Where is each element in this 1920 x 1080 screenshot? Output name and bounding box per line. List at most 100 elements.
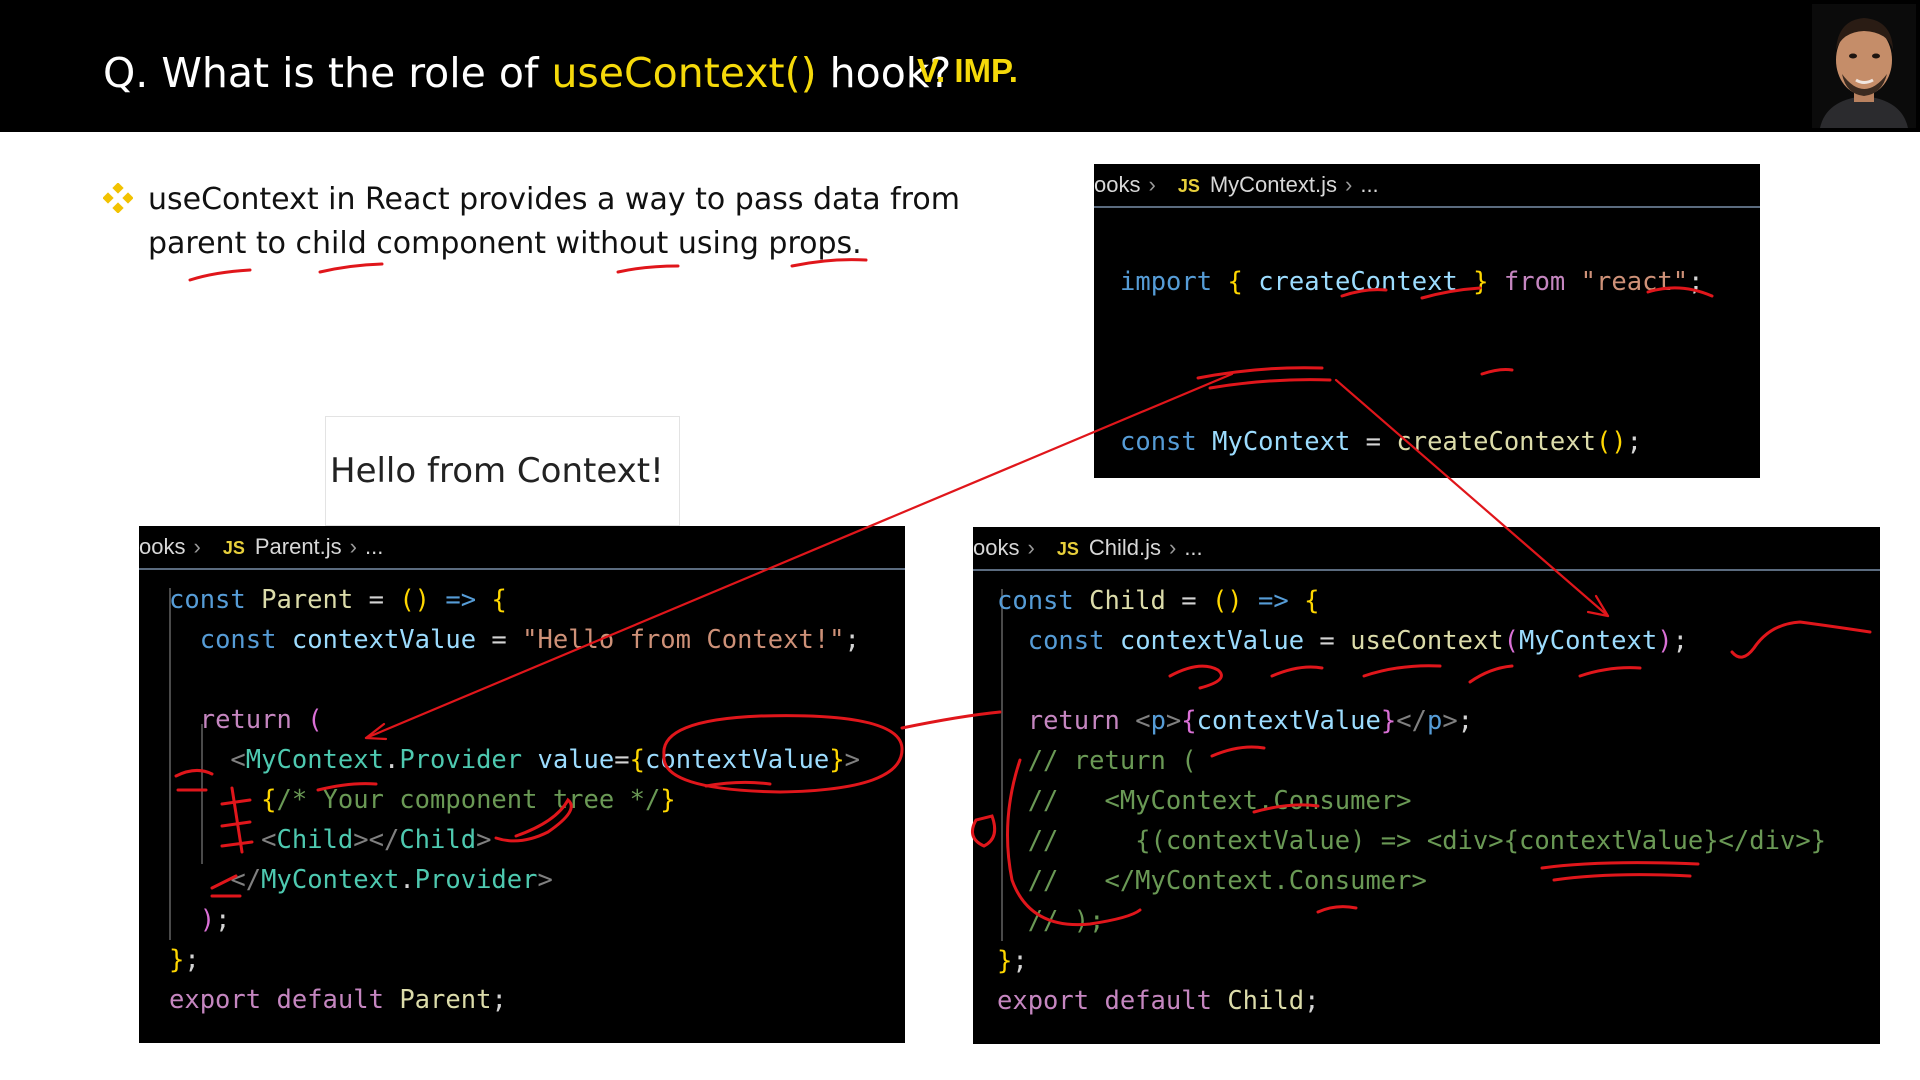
code-token: const [169, 585, 246, 615]
code-line: export default Parent; [169, 980, 860, 1020]
chevron-right-icon: › [1148, 172, 1156, 197]
code-line: import { createContext } from "react"; [1120, 242, 1703, 322]
code-line: }; [169, 940, 860, 980]
chevron-right-icon: › [193, 534, 201, 559]
code-token: = [353, 585, 400, 615]
code-token: > [476, 825, 492, 855]
ink-underline [616, 264, 680, 274]
code-token: ; [1457, 706, 1474, 736]
code-token: Parent [399, 985, 492, 1015]
code-token: > [844, 745, 860, 775]
slide-title: Q. What is the role of useContext() hook… [103, 48, 951, 98]
breadcrumb-file[interactable]: MyContext.js [1210, 172, 1337, 197]
code-line: </MyContext.Provider> [169, 860, 860, 900]
code-line: // return ( [997, 741, 1826, 781]
code-token: } [1473, 267, 1489, 297]
breadcrumb-folder[interactable]: ooks [1094, 172, 1140, 197]
code-token: = [614, 745, 630, 775]
breadcrumb-file[interactable]: Child.js [1089, 535, 1161, 560]
code-token: { [1227, 267, 1243, 297]
code-token: { [1181, 706, 1197, 736]
js-file-icon: JS [222, 538, 245, 558]
code-line: {/* Your component tree */} [169, 780, 860, 820]
breadcrumb-symbol[interactable]: ... [1360, 172, 1378, 197]
code-token: ) [199, 905, 216, 935]
ink-underline [188, 268, 252, 282]
code-token: MyContext [1212, 427, 1351, 457]
code-token: ></ [353, 825, 400, 855]
code-token: . [383, 745, 400, 775]
code-token: => [445, 585, 477, 615]
code-token: // <MyContext.Consumer> [997, 786, 1412, 816]
code-line: // </MyContext.Consumer> [997, 861, 1826, 901]
code-line: ); [169, 900, 860, 940]
code-token: { [1304, 586, 1320, 616]
code-token: > [537, 865, 553, 895]
chevron-right-icon: › [349, 534, 357, 559]
code-token: return [1027, 706, 1120, 736]
bullet-text: useContext in React provides a way to pa… [148, 182, 960, 261]
breadcrumb-folder[interactable]: ooks [973, 535, 1019, 560]
code-line: return ( [169, 700, 860, 740]
code-token: = [476, 625, 523, 655]
code-panel-mycontext: ooks › JS MyContext.js ›... import { createC… [1094, 164, 1760, 478]
title-prefix: Q. What is the role of [103, 49, 552, 97]
code-line: export default Child; [997, 981, 1826, 1021]
chevron-right-icon: › [1168, 535, 1177, 560]
code-token: < [1135, 706, 1151, 736]
code-token: Parent [261, 585, 354, 615]
breadcrumb-file[interactable]: Parent.js [255, 534, 342, 559]
code-panel-child: ooks › JS Child.js ›... const Child = () => … [973, 527, 1880, 1044]
code-token: = [1304, 626, 1351, 656]
diamond-bullet-icon [103, 183, 133, 213]
code-token: > [1165, 706, 1182, 736]
code-token: } [1380, 706, 1397, 736]
code-token: ; [184, 945, 200, 975]
code-token: MyContext [245, 745, 384, 775]
code-body: import { createContext } from "react"; c… [1120, 242, 1703, 478]
code-token: => [1258, 586, 1289, 616]
breadcrumb-folder[interactable]: ooks [139, 534, 185, 559]
code-token: Child [1227, 986, 1305, 1016]
code-line: return <p>{contextValue}</p>; [997, 701, 1826, 741]
code-token: { [261, 785, 277, 815]
code-line: <Child></Child> [169, 820, 860, 860]
code-token: MyContext [1519, 626, 1658, 656]
code-token: // </MyContext.Consumer> [997, 866, 1427, 896]
code-token: ; [1304, 986, 1320, 1016]
code-token: ; [1012, 946, 1028, 976]
breadcrumb: ooks › JS Child.js ›... [973, 527, 1880, 571]
breadcrumb-symbol[interactable]: ... [365, 534, 383, 559]
code-token: Child [1089, 586, 1166, 616]
code-token: return [199, 705, 292, 735]
code-line: // ); [997, 901, 1826, 941]
code-line: const Parent = () => { [169, 580, 860, 620]
code-token: } [997, 946, 1013, 976]
code-line: const Child = () => { [997, 581, 1826, 621]
code-token: > [1442, 706, 1458, 736]
code-token: value [537, 745, 615, 775]
code-token: Child [399, 825, 477, 855]
js-file-icon: JS [1177, 176, 1200, 196]
js-file-icon: JS [1056, 539, 1079, 559]
code-token: default [1104, 986, 1212, 1016]
breadcrumb-symbol[interactable]: ... [1184, 535, 1202, 560]
